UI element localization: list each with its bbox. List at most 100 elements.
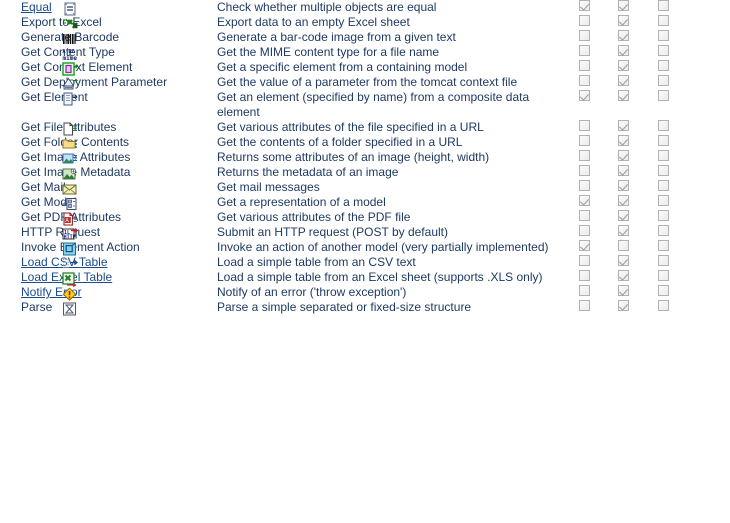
checkbox-3-unchecked[interactable] bbox=[658, 15, 669, 26]
action-description: Get various attributes of the PDF file bbox=[217, 210, 565, 225]
checkbox-3-unchecked[interactable] bbox=[658, 60, 669, 71]
checkbox-cell-2 bbox=[605, 60, 645, 75]
table-row: ParseParse a simple separated or fixed-s… bbox=[0, 300, 730, 315]
action-description: Export data to an empty Excel sheet bbox=[217, 15, 565, 30]
checkbox-3-unchecked[interactable] bbox=[658, 75, 669, 86]
checkbox-2-checked[interactable] bbox=[618, 300, 629, 311]
checkbox-3-unchecked[interactable] bbox=[658, 45, 669, 56]
action-name-cell: Get Folder Contents bbox=[0, 135, 217, 150]
action-name-cell: Get Image Metadata bbox=[0, 165, 217, 180]
action-name-cell: AGet PDF Attributes bbox=[0, 210, 217, 225]
checkbox-1-checked[interactable] bbox=[579, 195, 590, 206]
checkbox-1-checked[interactable] bbox=[579, 240, 590, 251]
checkbox-2-checked[interactable] bbox=[618, 15, 629, 26]
checkbox-cell-3 bbox=[645, 60, 730, 75]
get-element-icon bbox=[62, 92, 78, 107]
table-row: Get ElementGet an element (specified by … bbox=[0, 90, 730, 120]
checkbox-3-unchecked[interactable] bbox=[658, 120, 669, 131]
checkbox-3-unchecked[interactable] bbox=[658, 150, 669, 161]
checkbox-2-checked[interactable] bbox=[618, 270, 629, 281]
checkbox-2-checked[interactable] bbox=[618, 165, 629, 176]
checkbox-1-unchecked[interactable] bbox=[579, 15, 590, 26]
checkbox-1-checked[interactable] bbox=[579, 90, 590, 101]
checkbox-2-checked[interactable] bbox=[618, 255, 629, 266]
checkbox-cell-1 bbox=[565, 0, 605, 15]
checkbox-2-checked[interactable] bbox=[618, 150, 629, 161]
checkbox-cell-1 bbox=[565, 90, 605, 120]
checkbox-2-checked[interactable] bbox=[618, 90, 629, 101]
checkbox-cell-3 bbox=[645, 165, 730, 180]
checkbox-3-unchecked[interactable] bbox=[658, 165, 669, 176]
checkbox-cell-2 bbox=[605, 30, 645, 45]
checkbox-1-unchecked[interactable] bbox=[579, 30, 590, 41]
checkbox-1-unchecked[interactable] bbox=[579, 60, 590, 71]
table-row: 1LHTTPHTTP RequestSubmit an HTTP request… bbox=[0, 225, 730, 240]
table-row: Get Folder ContentsGet the contents of a… bbox=[0, 135, 730, 150]
action-name-cell: Get File Attributes bbox=[0, 120, 217, 135]
checkbox-2-checked[interactable] bbox=[618, 285, 629, 296]
checkbox-3-unchecked[interactable] bbox=[658, 240, 669, 251]
checkbox-2-checked[interactable] bbox=[618, 195, 629, 206]
checkbox-3-unchecked[interactable] bbox=[658, 30, 669, 41]
checkbox-2-checked[interactable] bbox=[618, 135, 629, 146]
checkbox-1-unchecked[interactable] bbox=[579, 225, 590, 236]
checkbox-cell-2 bbox=[605, 225, 645, 240]
checkbox-1-unchecked[interactable] bbox=[579, 150, 590, 161]
table-row: EqualCheck whether multiple objects are … bbox=[0, 0, 730, 15]
checkbox-3-unchecked[interactable] bbox=[658, 210, 669, 221]
checkbox-3-unchecked[interactable] bbox=[658, 0, 669, 11]
checkbox-1-unchecked[interactable] bbox=[579, 270, 590, 281]
checkbox-3-unchecked[interactable] bbox=[658, 270, 669, 281]
checkbox-cell-2 bbox=[605, 285, 645, 300]
checkbox-3-unchecked[interactable] bbox=[658, 300, 669, 311]
checkbox-cell-3 bbox=[645, 285, 730, 300]
checkbox-cell-3 bbox=[645, 75, 730, 90]
action-name-label: Parse bbox=[21, 300, 52, 314]
checkbox-cell-1 bbox=[565, 210, 605, 225]
table-row: Get Deployment ParameterGet the value of… bbox=[0, 75, 730, 90]
checkbox-1-unchecked[interactable] bbox=[579, 300, 590, 311]
svg-text:A: A bbox=[65, 218, 69, 224]
checkbox-1-unchecked[interactable] bbox=[579, 210, 590, 221]
checkbox-cell-2 bbox=[605, 195, 645, 210]
action-description: Load a simple table from an Excel sheet … bbox=[217, 270, 565, 285]
checkbox-cell-1 bbox=[565, 75, 605, 90]
checkbox-3-unchecked[interactable] bbox=[658, 135, 669, 146]
checkbox-1-unchecked[interactable] bbox=[579, 180, 590, 191]
checkbox-1-unchecked[interactable] bbox=[579, 165, 590, 176]
checkbox-2-checked[interactable] bbox=[618, 30, 629, 41]
checkbox-2-checked[interactable] bbox=[618, 45, 629, 56]
checkbox-cell-1 bbox=[565, 120, 605, 135]
checkbox-3-unchecked[interactable] bbox=[658, 255, 669, 266]
checkbox-2-checked[interactable] bbox=[618, 210, 629, 221]
checkbox-2-checked[interactable] bbox=[618, 0, 629, 11]
action-description: Get the contents of a folder specified i… bbox=[217, 135, 565, 150]
action-name-cell: Generate Barcode bbox=[0, 30, 217, 45]
checkbox-1-unchecked[interactable] bbox=[579, 120, 590, 131]
checkbox-3-unchecked[interactable] bbox=[658, 225, 669, 236]
action-name-cell: Get Context Element bbox=[0, 60, 217, 75]
checkbox-2-checked[interactable] bbox=[618, 75, 629, 86]
table-row: Get Image MetadataReturns the metadata o… bbox=[0, 165, 730, 180]
checkbox-1-unchecked[interactable] bbox=[579, 45, 590, 56]
table-row: Get Context ElementGet a specific elemen… bbox=[0, 60, 730, 75]
checkbox-2-checked[interactable] bbox=[618, 180, 629, 191]
checkbox-3-unchecked[interactable] bbox=[658, 180, 669, 191]
checkbox-2-unchecked[interactable] bbox=[618, 240, 629, 251]
checkbox-1-checked[interactable] bbox=[579, 0, 590, 11]
checkbox-1-unchecked[interactable] bbox=[579, 255, 590, 266]
checkbox-cell-1 bbox=[565, 30, 605, 45]
action-name-link[interactable]: Equal bbox=[21, 0, 52, 14]
checkbox-1-unchecked[interactable] bbox=[579, 135, 590, 146]
checkbox-2-checked[interactable] bbox=[618, 60, 629, 71]
table-row: Get MailGet mail messages bbox=[0, 180, 730, 195]
checkbox-3-unchecked[interactable] bbox=[658, 195, 669, 206]
action-name-cell: Load Excel Table bbox=[0, 270, 217, 285]
checkbox-3-unchecked[interactable] bbox=[658, 285, 669, 296]
checkbox-2-checked[interactable] bbox=[618, 120, 629, 131]
checkbox-2-checked[interactable] bbox=[618, 225, 629, 236]
checkbox-cell-3 bbox=[645, 270, 730, 285]
checkbox-1-unchecked[interactable] bbox=[579, 75, 590, 86]
checkbox-1-unchecked[interactable] bbox=[579, 285, 590, 296]
checkbox-3-unchecked[interactable] bbox=[658, 90, 669, 101]
